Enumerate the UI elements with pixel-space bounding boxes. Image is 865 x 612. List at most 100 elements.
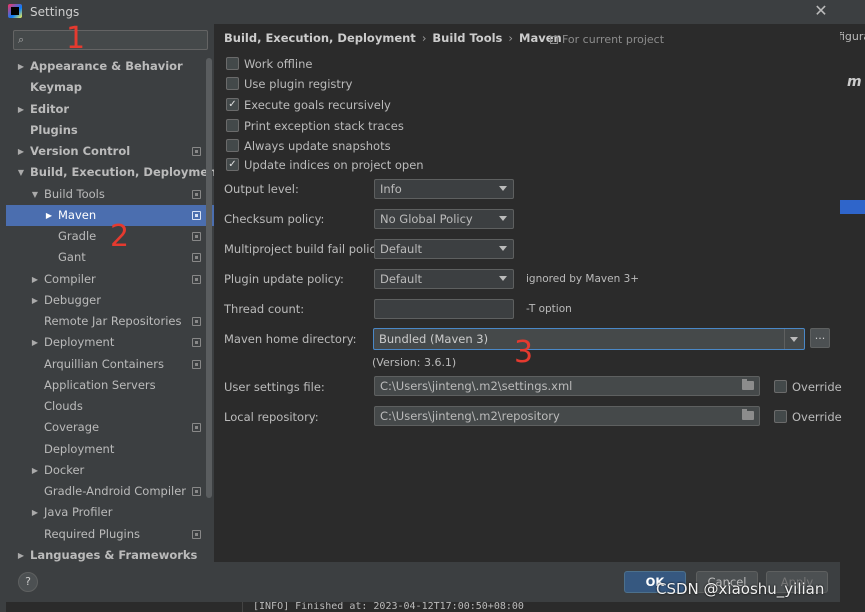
checksum-policy-select[interactable]: No Global Policy [374,209,514,229]
override-checkbox[interactable] [774,410,787,423]
chevron-down-icon[interactable]: ▼ [16,162,26,183]
maven-version-label: (Version: 3.6.1) [372,356,457,369]
chevron-right-icon[interactable]: ▶ [16,141,26,162]
chevron-down-icon[interactable]: ▼ [30,184,40,205]
sidebar-item-label: Application Servers [44,377,156,392]
sidebar-item-label: Gradle [58,229,97,243]
sidebar-item-keymap[interactable]: Keymap [6,77,214,98]
output-level-select[interactable]: Info [374,179,514,199]
plugin-update-policy-select[interactable]: Default [374,269,514,289]
sidebar-item-java-profiler[interactable]: ▶ Java Profiler [6,502,214,523]
tree-scrollbar[interactable] [206,58,212,498]
chevron-right-icon[interactable]: ▶ [30,290,40,311]
sidebar-item-build-tools[interactable]: ▼ Build Tools [6,184,214,205]
sidebar-item-remote-jar-repositories[interactable]: Remote Jar Repositories [6,311,214,332]
sidebar-item-version-control[interactable]: ▶ Version Control [6,141,214,162]
chevron-right-icon[interactable]: ▶ [30,332,40,353]
sidebar-item-label: Appearance & Behavior [30,59,183,73]
breadcrumb-separator: › [508,31,514,45]
chevron-right-icon[interactable]: ▶ [16,56,26,77]
project-scope-icon [192,338,201,348]
local-repository-input[interactable]: C:\Users\jinteng\.m2\repository [374,406,760,426]
sidebar-item-label: Debugger [44,292,101,307]
sidebar-item-label: Keymap [30,80,82,95]
user-settings-input[interactable]: C:\Users\jinteng\.m2\settings.xml [374,376,760,396]
sidebar-item-docker[interactable]: ▶ Docker [6,460,214,481]
multiproject-policy-label: Multiproject build fail policy: [224,242,386,256]
chevron-down-icon [499,246,507,251]
chevron-right-icon[interactable]: ▶ [44,205,54,226]
maven-settings-panel: Build, Execution, Deployment › Build Tools… [214,24,842,562]
sidebar-item-compiler[interactable]: ▶ Compiler [6,269,214,290]
maven-home-browse-button[interactable]: ... [810,328,830,348]
sidebar-item-arquillian-containers[interactable]: Arquillian Containers [6,354,214,375]
sidebar-item-plugins[interactable]: Plugins [6,120,214,141]
sidebar-item-label: Editor [30,101,70,116]
plugin-update-policy-label: Plugin update policy: [224,272,344,286]
annotation-1: 1 [66,21,86,56]
local-repository-value: C:\Users\jinteng\.m2\repository [380,409,560,423]
sidebar-item-gradle-android-compiler[interactable]: Gradle-Android Compiler [6,481,214,502]
project-scope-icon [192,487,201,496]
sidebar-item-deployment[interactable]: ▶ Deployment [6,332,214,353]
sidebar-item-editor[interactable]: ▶ Editor [6,99,214,120]
checkbox-checked[interactable]: ✓ [226,98,239,111]
sidebar-item-application-servers[interactable]: Application Servers [6,375,214,396]
for-current-project-note: For current project [550,33,664,46]
local-repository-label: Local repository: [224,410,319,424]
watermark: CSDN @xiaoshu_yilian [656,580,825,598]
folder-icon[interactable] [742,409,754,420]
output-level-label: Output level: [224,182,299,196]
project-scope-icon [192,529,201,539]
checkbox-checked[interactable]: ✓ [226,158,239,171]
chevron-right-icon[interactable]: ▶ [16,99,26,120]
thread-count-label: Thread count: [224,302,305,316]
checkbox-unchecked[interactable] [226,119,239,132]
chevron-right-icon[interactable]: ▶ [30,269,40,290]
help-button[interactable]: ? [18,572,38,592]
window-title: Settings [30,5,80,19]
settings-sidebar: ⌕ ▶ Appearance & Behavior Keymap ▶ Editor Plu… [6,24,222,562]
background-m-icon: m [847,74,862,90]
override-checkbox[interactable] [774,380,787,393]
checksum-policy-label: Checksum policy: [224,212,325,226]
maven-home-value: Bundled (Maven 3) [379,332,489,346]
checkbox-unchecked[interactable] [226,57,239,70]
sidebar-item-label: Docker [44,462,85,477]
background-tab-fragment: figura [838,30,865,43]
sidebar-item-label: Java Profiler [44,505,113,520]
background-console-line: [INFO] Finished at: 2023-04-12T17:00:50+… [242,602,840,612]
background-selection [840,200,865,214]
chevron-right-icon[interactable]: ▶ [30,460,40,481]
sidebar-item-deployment[interactable]: Deployment [6,439,214,460]
chevron-down-icon [499,186,507,191]
sidebar-item-required-plugins[interactable]: Required Plugins [6,524,214,545]
maven-home-combo[interactable]: Bundled (Maven 3) [373,328,805,350]
close-icon[interactable]: ✕ [812,2,830,20]
sidebar-item-label: Maven [58,207,97,222]
settings-search-input[interactable]: ⌕ [13,30,208,50]
thread-count-input[interactable] [374,299,514,319]
multiproject-policy-select[interactable]: Default [374,239,514,259]
override-label: Override [792,380,842,394]
chevron-right-icon[interactable]: ▶ [30,502,40,523]
sidebar-item-clouds[interactable]: Clouds [6,396,214,417]
sidebar-item-label: Build, Execution, Deployment [30,165,222,180]
annotation-3: 3 [514,335,534,370]
checkbox-label: Execute goals recursively [244,98,391,112]
project-scope-icon [192,359,201,369]
checkbox-unchecked[interactable] [226,139,239,152]
sidebar-item-build-execution-deployment[interactable]: ▼ Build, Execution, Deployment [6,162,222,183]
sidebar-item-label: Clouds [44,399,83,413]
plugin-update-hint: ignored by Maven 3+ [526,273,640,285]
combo-divider [784,329,785,349]
sidebar-item-debugger[interactable]: ▶ Debugger [6,290,214,311]
sidebar-item-appearance-behavior[interactable]: ▶ Appearance & Behavior [6,56,214,77]
checkbox-label: Update indices on project open [244,158,424,172]
checkbox-unchecked[interactable] [226,77,239,90]
title-bar: Settings ✕ [0,0,865,24]
sidebar-item-label: Arquillian Containers [44,356,164,371]
sidebar-item-coverage[interactable]: Coverage [6,417,214,438]
breadcrumb-build-execution: Build, Execution, Deployment [224,31,416,45]
folder-icon[interactable] [742,379,754,390]
